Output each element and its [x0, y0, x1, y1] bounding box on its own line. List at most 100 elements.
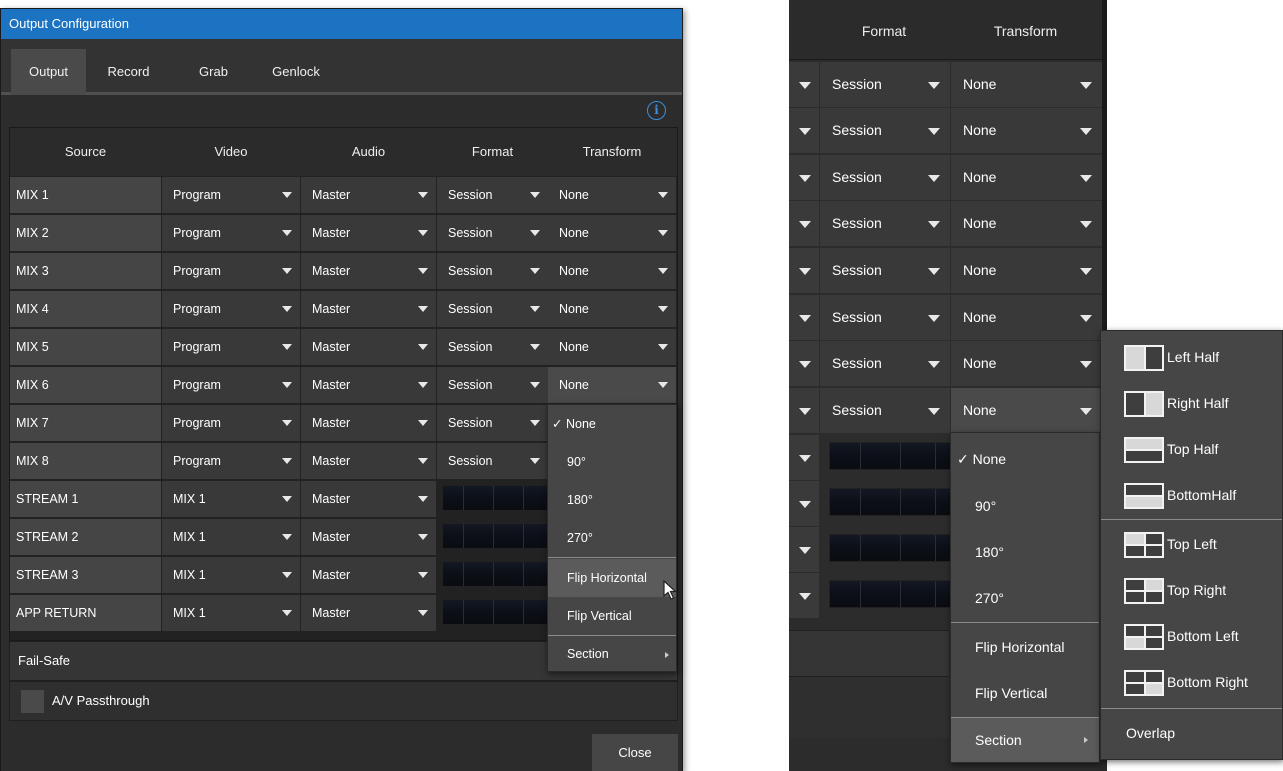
- menu-item-270[interactable]: 270°: [548, 519, 676, 557]
- audio-dropdown[interactable]: Master: [301, 215, 436, 251]
- menu-item-flip-horizontal[interactable]: Flip Horizontal: [951, 624, 1099, 670]
- row-dropdown-arrow[interactable]: [789, 435, 819, 480]
- transform-dropdown[interactable]: None: [951, 155, 1102, 200]
- row-dropdown-arrow[interactable]: [789, 388, 819, 433]
- audio-dropdown[interactable]: Master: [301, 595, 436, 631]
- source-cell: MIX 7: [10, 405, 161, 441]
- format-dropdown[interactable]: Session: [820, 155, 950, 200]
- row-dropdown-arrow[interactable]: [789, 62, 819, 107]
- tab-grab[interactable]: Grab: [176, 49, 251, 95]
- audio-dropdown[interactable]: Master: [301, 329, 436, 365]
- menu-item-section[interactable]: Section: [951, 718, 1099, 762]
- close-button[interactable]: Close: [592, 734, 678, 771]
- transform-dropdown[interactable]: None: [951, 108, 1102, 153]
- transform-dropdown[interactable]: None: [951, 201, 1102, 246]
- row-dropdown-arrow[interactable]: [789, 341, 819, 386]
- row-dropdown-arrow[interactable]: [789, 108, 819, 153]
- tab-record[interactable]: Record: [91, 49, 166, 95]
- transform-dropdown[interactable]: None: [951, 341, 1102, 386]
- transform-dropdown[interactable]: None: [951, 248, 1102, 293]
- video-dropdown[interactable]: Program: [162, 215, 300, 251]
- row-dropdown-arrow[interactable]: [789, 481, 819, 526]
- tab-genlock[interactable]: Genlock: [256, 49, 336, 95]
- submenu-item-left-half[interactable]: Left Half: [1101, 334, 1282, 380]
- row-dropdown-arrow[interactable]: [789, 248, 819, 293]
- format-dropdown[interactable]: Session: [437, 291, 548, 327]
- transform-dropdown-open[interactable]: None: [951, 388, 1102, 433]
- format-dropdown[interactable]: Session: [820, 248, 950, 293]
- video-dropdown[interactable]: Program: [162, 405, 300, 441]
- submenu-item-right-half[interactable]: Right Half: [1101, 380, 1282, 426]
- info-icon[interactable]: i: [647, 101, 666, 120]
- video-dropdown[interactable]: MIX 1: [162, 519, 300, 555]
- format-dropdown[interactable]: Session: [820, 62, 950, 107]
- submenu-item-top-half[interactable]: Top Half: [1101, 426, 1282, 472]
- submenu-item-top-left[interactable]: Top Left: [1101, 521, 1282, 567]
- row-dropdown-arrow[interactable]: [789, 573, 819, 618]
- menu-item-flip-horizontal[interactable]: Flip Horizontal: [548, 559, 676, 597]
- transform-dropdown[interactable]: None: [548, 215, 676, 251]
- transform-dropdown[interactable]: None: [951, 295, 1102, 340]
- format-dropdown[interactable]: Session: [820, 108, 950, 153]
- transform-dropdown[interactable]: None: [951, 62, 1102, 107]
- row-dropdown-arrow[interactable]: [789, 527, 819, 572]
- row-dropdown-arrow[interactable]: [789, 155, 819, 200]
- video-dropdown[interactable]: MIX 1: [162, 595, 300, 631]
- menu-item-none[interactable]: ✓ None: [548, 405, 676, 443]
- menu-item-none[interactable]: ✓ None: [951, 435, 1099, 483]
- transform-dropdown[interactable]: None: [548, 253, 676, 289]
- menu-item-270[interactable]: 270°: [951, 575, 1099, 621]
- video-dropdown[interactable]: Program: [162, 253, 300, 289]
- format-dropdown[interactable]: Session: [437, 329, 548, 365]
- video-dropdown[interactable]: Program: [162, 443, 300, 479]
- video-dropdown[interactable]: Program: [162, 177, 300, 213]
- transform-dropdown[interactable]: None: [548, 291, 676, 327]
- audio-dropdown[interactable]: Master: [301, 519, 436, 555]
- video-dropdown[interactable]: Program: [162, 329, 300, 365]
- submenu-item-bottom-half[interactable]: BottomHalf: [1101, 472, 1282, 518]
- format-dropdown[interactable]: Session: [437, 443, 548, 479]
- menu-item-180[interactable]: 180°: [548, 481, 676, 519]
- audio-dropdown[interactable]: Master: [301, 367, 436, 403]
- video-value: Program: [173, 302, 221, 316]
- format-dropdown[interactable]: Session: [820, 201, 950, 246]
- audio-dropdown[interactable]: Master: [301, 253, 436, 289]
- audio-dropdown[interactable]: Master: [301, 405, 436, 441]
- transform-dropdown-open[interactable]: None: [548, 367, 676, 403]
- format-dropdown[interactable]: Session: [820, 341, 950, 386]
- menu-item-90[interactable]: 90°: [548, 443, 676, 481]
- menu-item-90[interactable]: 90°: [951, 483, 1099, 529]
- menu-item-section[interactable]: Section: [548, 636, 676, 672]
- format-dropdown[interactable]: Session: [437, 405, 548, 441]
- format-dropdown[interactable]: Session: [820, 295, 950, 340]
- audio-dropdown[interactable]: Master: [301, 291, 436, 327]
- av-passthrough-checkbox[interactable]: [21, 690, 44, 713]
- format-dropdown[interactable]: Session: [437, 177, 548, 213]
- tab-output[interactable]: Output: [11, 49, 86, 95]
- video-dropdown[interactable]: MIX 1: [162, 557, 300, 593]
- transform-dropdown[interactable]: None: [548, 329, 676, 365]
- format-dropdown[interactable]: Session: [437, 253, 548, 289]
- audio-dropdown[interactable]: Master: [301, 481, 436, 517]
- menu-separator: [951, 622, 1099, 623]
- video-dropdown[interactable]: Program: [162, 367, 300, 403]
- format-dropdown[interactable]: Session: [437, 215, 548, 251]
- submenu-item-bottom-right[interactable]: Bottom Right: [1101, 659, 1282, 705]
- format-dropdown[interactable]: Session: [437, 367, 548, 403]
- format-dropdown[interactable]: Session: [820, 388, 950, 433]
- row-dropdown-arrow[interactable]: [789, 295, 819, 340]
- submenu-item-bottom-left[interactable]: Bottom Left: [1101, 613, 1282, 659]
- submenu-item-overlap[interactable]: Overlap: [1101, 710, 1282, 756]
- video-dropdown[interactable]: Program: [162, 291, 300, 327]
- menu-item-180[interactable]: 180°: [951, 529, 1099, 575]
- audio-dropdown[interactable]: Master: [301, 443, 436, 479]
- video-dropdown[interactable]: MIX 1: [162, 481, 300, 517]
- chevron-down-icon: [282, 382, 292, 388]
- menu-item-flip-vertical[interactable]: Flip Vertical: [548, 597, 676, 635]
- audio-dropdown[interactable]: Master: [301, 177, 436, 213]
- transform-dropdown[interactable]: None: [548, 177, 676, 213]
- audio-dropdown[interactable]: Master: [301, 557, 436, 593]
- menu-item-flip-vertical[interactable]: Flip Vertical: [951, 670, 1099, 716]
- submenu-item-top-right[interactable]: Top Right: [1101, 567, 1282, 613]
- row-dropdown-arrow[interactable]: [789, 201, 819, 246]
